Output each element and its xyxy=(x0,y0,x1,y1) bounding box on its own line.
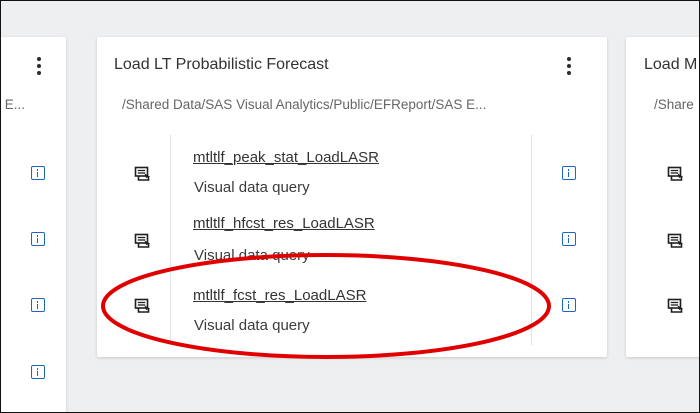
visual-data-query-icon xyxy=(134,233,152,250)
item-link-fcst-res[interactable]: mtltlf_fcst_res_LoadLASR xyxy=(193,287,366,304)
info-icon[interactable] xyxy=(31,365,45,379)
item-type-label: Visual data query xyxy=(194,247,310,264)
item-type-label: Visual data query xyxy=(194,179,310,196)
card-title: Load LT Probabilistic Forecast xyxy=(114,56,329,73)
item-link-peak-stat[interactable]: mtltlf_peak_stat_LoadLASR xyxy=(193,149,379,166)
visual-data-query-icon xyxy=(667,298,685,315)
visual-data-query-icon xyxy=(134,298,152,315)
left-card: S E... xyxy=(1,37,66,412)
right-card-title: Load M xyxy=(644,56,698,73)
info-icon[interactable] xyxy=(31,298,45,312)
card-path: /Shared Data/SAS Visual Analytics/Public… xyxy=(122,97,487,112)
visual-data-query-icon xyxy=(667,166,685,183)
info-icon[interactable] xyxy=(31,232,45,246)
card-menu-icon[interactable] xyxy=(560,54,578,78)
left-card-path: S E... xyxy=(1,97,26,112)
item-link-hfcst-res[interactable]: mtltlf_hfcst_res_LoadLASR xyxy=(193,215,375,232)
list-left-divider xyxy=(170,135,171,345)
visual-data-query-icon xyxy=(667,233,685,250)
right-card-path: /Share xyxy=(654,97,694,112)
info-icon[interactable] xyxy=(31,166,45,180)
info-icon[interactable] xyxy=(562,166,576,180)
info-icon[interactable] xyxy=(562,232,576,246)
right-card: Load M /Share xyxy=(626,37,699,357)
load-lt-probabilistic-forecast-card: Load LT Probabilistic Forecast /Shared D… xyxy=(97,37,607,357)
browser-viewport: S E... Load LT Probabilistic Forecast /S… xyxy=(0,0,700,413)
info-icon[interactable] xyxy=(562,298,576,312)
list-right-divider xyxy=(531,135,532,345)
left-card-menu-icon[interactable] xyxy=(30,54,48,78)
item-type-label: Visual data query xyxy=(194,317,310,334)
visual-data-query-icon xyxy=(134,166,152,183)
